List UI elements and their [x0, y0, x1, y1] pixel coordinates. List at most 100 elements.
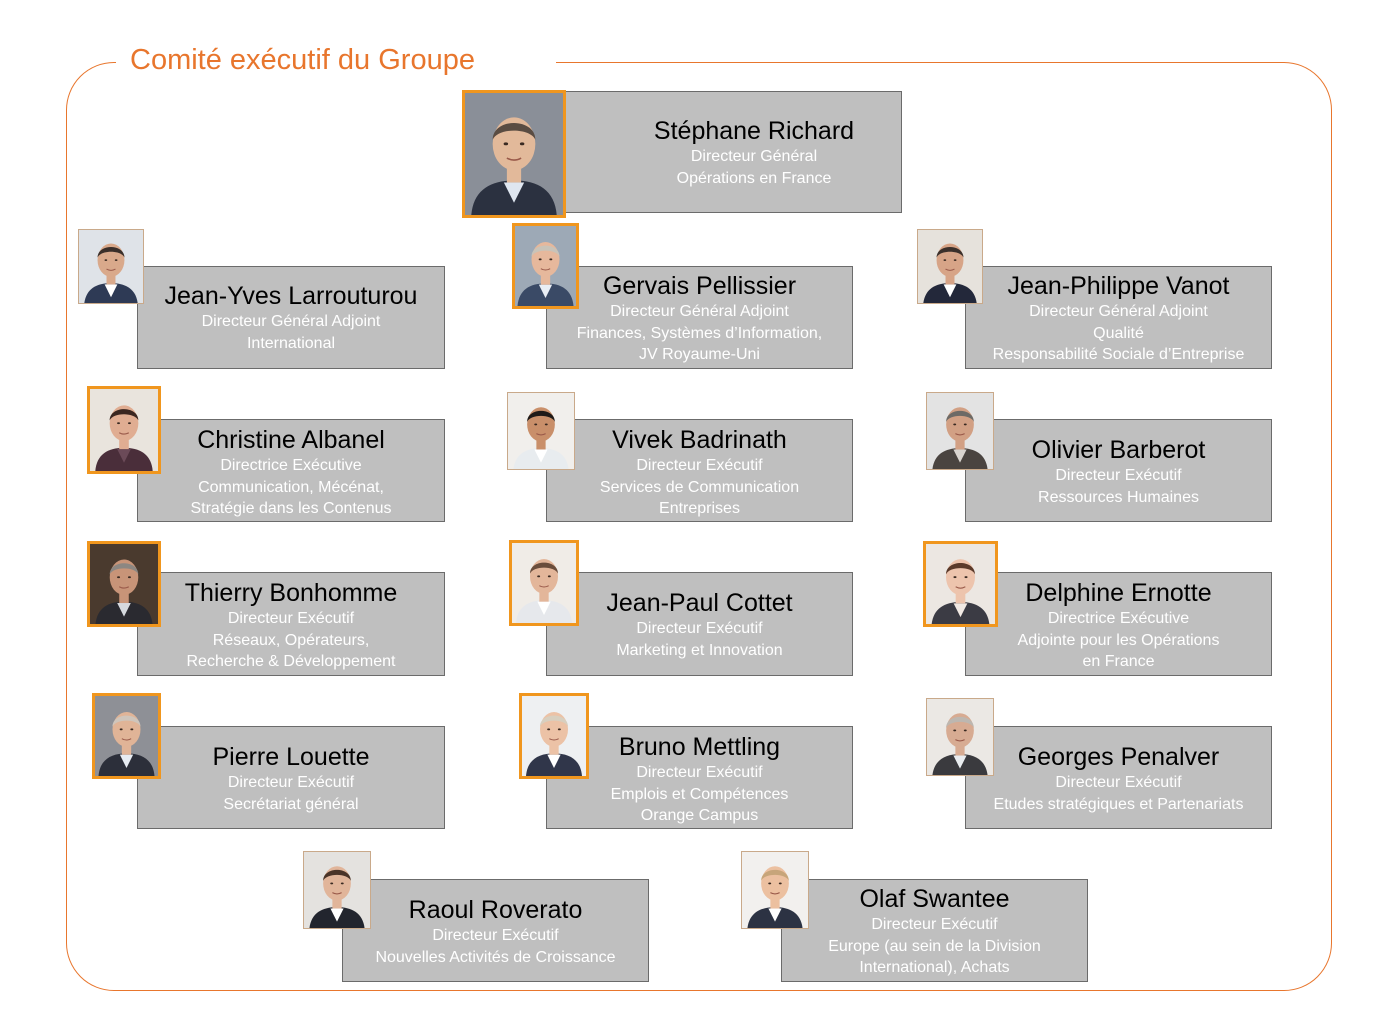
portrait-icon — [522, 696, 586, 776]
member-name: Christine Albanel — [197, 426, 385, 454]
member-role: Opérations en France — [676, 169, 832, 187]
member-text: Thierry Bonhomme Directeur Exécutif Rése… — [142, 578, 440, 673]
member-role: Nouvelles Activités de Croissance — [375, 948, 616, 966]
member-portrait-photo — [917, 229, 983, 304]
member-portrait-photo — [87, 386, 161, 474]
member-text: Olivier Barberot Directeur Exécutif Ress… — [970, 435, 1267, 508]
member-portrait-photo — [741, 851, 809, 929]
member-portrait-photo — [923, 541, 998, 627]
member-role: Directeur Exécutif — [432, 927, 559, 944]
member-text: Christine Albanel Directrice Exécutive C… — [142, 425, 440, 520]
member-role: Directeur Général — [690, 148, 818, 165]
member-card: Thierry Bonhomme Directeur Exécutif Rése… — [137, 572, 445, 676]
member-role: Marketing et Innovation — [616, 641, 783, 659]
portrait-icon — [742, 852, 808, 928]
member-role: Directeur Général Adjoint — [201, 313, 381, 330]
member-role: Qualité — [1093, 324, 1144, 342]
member-text: Georges Penalver Directeur Exécutif Etud… — [970, 742, 1267, 815]
member-portrait-photo — [92, 693, 161, 779]
portrait-icon — [90, 389, 158, 471]
member-name: Stéphane Richard — [653, 117, 855, 145]
portrait-icon — [926, 544, 995, 624]
member-role: Directrice Exécutive — [220, 457, 362, 474]
member-text: Jean-Philippe Vanot Directeur Général Ad… — [970, 271, 1267, 366]
portrait-icon — [918, 230, 982, 303]
member-name: Jean-Yves Larrouturou — [164, 282, 418, 310]
member-role: en France — [1082, 653, 1155, 670]
member-role: Directeur Général Adjoint — [610, 303, 789, 320]
member-role: International), Achats — [859, 959, 1010, 976]
member-name: Jean-Paul Cottet — [606, 589, 793, 617]
portrait-icon — [508, 393, 574, 469]
member-portrait-photo — [78, 229, 144, 304]
member-card: Gervais Pellissier Directeur Général Adj… — [546, 266, 853, 369]
member-role: Réseaux, Opérateurs, — [212, 631, 370, 649]
member-text: Raoul Roverato Directeur Exécutif Nouvel… — [347, 895, 644, 968]
ceo-portrait-photo — [462, 90, 566, 218]
member-portrait-photo — [519, 693, 589, 779]
portrait-icon — [927, 699, 993, 775]
member-portrait-photo — [303, 851, 371, 929]
member-name: Delphine Ernotte — [1025, 579, 1212, 607]
member-card: Vivek Badrinath Directeur Exécutif Servi… — [546, 419, 853, 522]
member-role: Responsabilité Sociale d’Entreprise — [992, 346, 1245, 363]
member-text: Bruno Mettling Directeur Exécutif Emploi… — [551, 732, 848, 827]
member-text: Jean-Yves Larrouturou Directeur Général … — [142, 281, 440, 354]
member-portrait-photo — [512, 223, 579, 309]
member-text: Olaf Swantee Directeur Exécutif Europe (… — [786, 884, 1083, 979]
member-role: Orange Campus — [640, 807, 759, 824]
member-role: Secrétariat général — [223, 795, 359, 813]
member-name: Bruno Mettling — [618, 733, 781, 761]
member-role: Recherche & Développement — [186, 653, 396, 670]
member-card: Jean-Philippe Vanot Directeur Général Ad… — [965, 266, 1272, 369]
member-card: Delphine Ernotte Directrice Exécutive Ad… — [965, 572, 1272, 676]
member-card: Bruno Mettling Directeur Exécutif Emploi… — [546, 726, 853, 829]
member-role: Adjointe pour les Opérations — [1017, 631, 1220, 649]
member-card: Christine Albanel Directrice Exécutive C… — [137, 419, 445, 522]
portrait-icon — [512, 543, 576, 623]
member-role: International — [246, 334, 336, 352]
member-name: Georges Penalver — [1017, 743, 1220, 771]
member-role: Directeur Exécutif — [636, 764, 763, 781]
portrait-icon — [515, 226, 576, 306]
member-role: Directeur Exécutif — [636, 457, 763, 474]
portrait-icon — [927, 393, 993, 469]
member-text: Vivek Badrinath Directeur Exécutif Servi… — [551, 425, 848, 520]
member-role: Directrice Exécutive — [1047, 610, 1190, 627]
member-card: Jean-Paul Cottet Directeur Exécutif Mark… — [546, 572, 853, 676]
member-role: Directeur Général Adjoint — [1029, 303, 1208, 320]
member-name: Pierre Louette — [212, 743, 370, 771]
member-text: Jean-Paul Cottet Directeur Exécutif Mark… — [551, 588, 848, 661]
member-card: Jean-Yves Larrouturou Directeur Général … — [137, 266, 445, 369]
portrait-icon — [90, 544, 158, 624]
member-role: Emplois et Compétences — [610, 785, 789, 803]
page-title: Comité exécutif du Groupe — [130, 44, 475, 76]
member-card: Olivier Barberot Directeur Exécutif Ress… — [965, 419, 1272, 522]
member-text: Delphine Ernotte Directrice Exécutive Ad… — [970, 578, 1267, 673]
portrait-icon — [304, 852, 370, 928]
member-name: Thierry Bonhomme — [184, 579, 398, 607]
member-portrait-photo — [507, 392, 575, 470]
ceo-text: Stéphane Richard Directeur Général Opéra… — [611, 116, 897, 189]
member-name: Olaf Swantee — [859, 885, 1010, 913]
member-role: Directeur Exécutif — [871, 916, 998, 933]
member-text: Pierre Louette Directeur Exécutif Secrét… — [142, 742, 440, 815]
member-role: Directeur Exécutif — [1055, 467, 1182, 484]
member-name: Jean-Philippe Vanot — [1007, 272, 1230, 300]
member-role: Ressources Humaines — [1038, 488, 1199, 506]
member-role: Europe (au sein de la Division — [828, 937, 1041, 955]
member-portrait-photo — [87, 541, 161, 627]
member-role: Services de Communication — [599, 478, 800, 496]
ceo-card: Stéphane Richard Directeur Général Opéra… — [563, 91, 902, 213]
member-role: JV Royaume-Uni — [639, 346, 760, 363]
member-name: Vivek Badrinath — [612, 426, 787, 454]
portrait-icon — [79, 230, 143, 303]
portrait-icon — [465, 93, 563, 215]
member-role: Communication, Mécénat, — [198, 478, 384, 496]
member-portrait-photo — [509, 540, 579, 626]
member-role: Stratégie dans les Contenus — [190, 500, 392, 517]
member-card: Olaf Swantee Directeur Exécutif Europe (… — [781, 879, 1088, 982]
member-portrait-photo — [926, 392, 994, 470]
member-name: Olivier Barberot — [1031, 436, 1206, 464]
member-name: Raoul Roverato — [408, 896, 583, 924]
